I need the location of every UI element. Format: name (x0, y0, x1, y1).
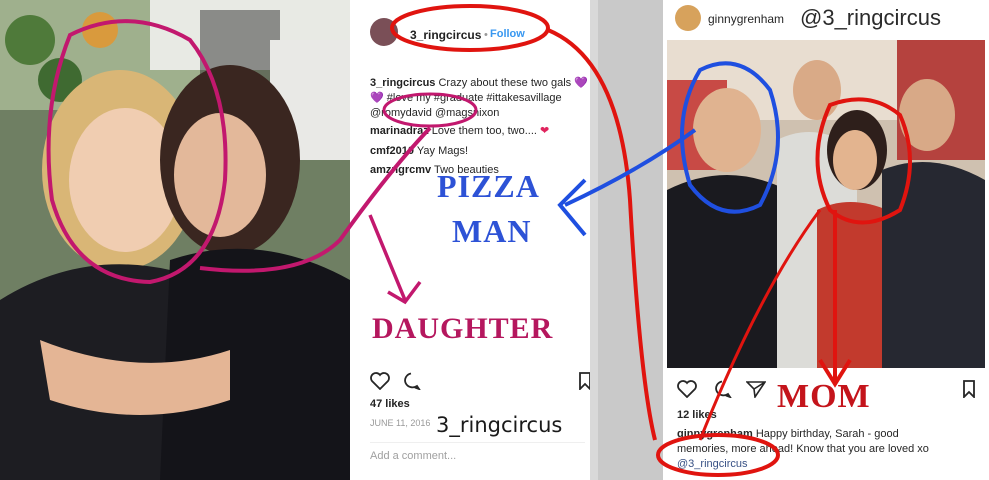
right-caption-circle (656, 433, 780, 477)
daughter-link-line (199, 126, 432, 273)
daughter-arrow (368, 214, 422, 305)
annotation-pizza: PIZZA (437, 168, 540, 204)
username-link-line (547, 28, 657, 441)
annotation-man: MAN (452, 213, 532, 249)
annotation-daughter: DAUGHTER (372, 312, 554, 345)
pizza-man-circle (680, 61, 780, 214)
daughter-circle (46, 19, 228, 285)
mom-arrow (818, 210, 852, 388)
magsnixon-circle (382, 92, 478, 128)
annotation-mom: MOM (777, 378, 871, 415)
mom-circle (815, 97, 912, 225)
username-circle (390, 4, 550, 52)
